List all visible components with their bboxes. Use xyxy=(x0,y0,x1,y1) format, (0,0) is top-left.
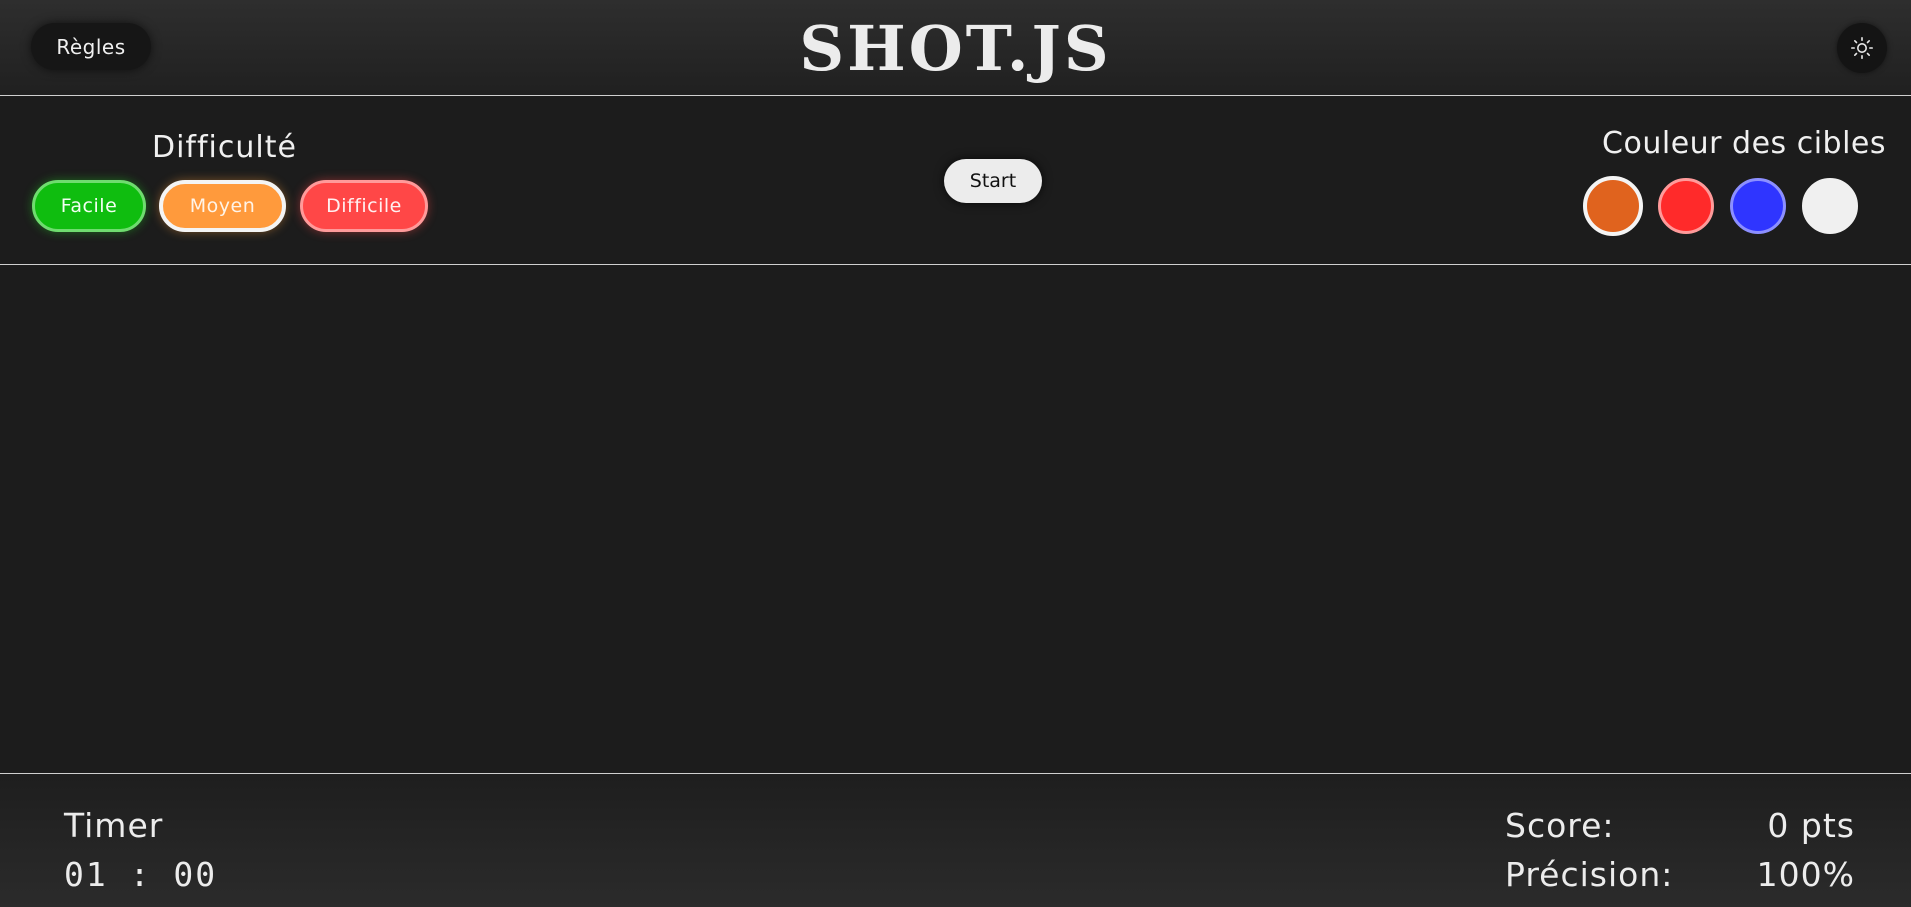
timer-label: Timer xyxy=(64,806,164,845)
sun-icon xyxy=(1850,36,1874,60)
header: Règles SHOT.JS xyxy=(0,0,1911,96)
target-color-orange[interactable] xyxy=(1583,176,1643,236)
game-area[interactable] xyxy=(0,266,1911,773)
theme-toggle-button[interactable] xyxy=(1837,23,1887,73)
difficulty-hard-button[interactable]: Difficile xyxy=(300,180,428,232)
timer-value: 01 : 00 xyxy=(64,855,218,894)
difficulty-title: Difficulté xyxy=(152,130,297,165)
game-title: SHOT.JS xyxy=(799,12,1112,85)
start-button[interactable]: Start xyxy=(944,159,1042,203)
target-color-white[interactable] xyxy=(1802,178,1858,234)
score-label: Score: xyxy=(1505,806,1615,845)
difficulty-easy-button[interactable]: Facile xyxy=(32,180,146,232)
score-value: 0 pts xyxy=(1767,806,1855,845)
target-color-title: Couleur des cibles xyxy=(1602,126,1886,161)
precision-label: Précision: xyxy=(1505,855,1674,894)
precision-value: 100% xyxy=(1756,855,1855,894)
target-color-blue[interactable] xyxy=(1730,178,1786,234)
target-color-red[interactable] xyxy=(1658,178,1714,234)
difficulty-medium-button[interactable]: Moyen xyxy=(159,180,286,232)
